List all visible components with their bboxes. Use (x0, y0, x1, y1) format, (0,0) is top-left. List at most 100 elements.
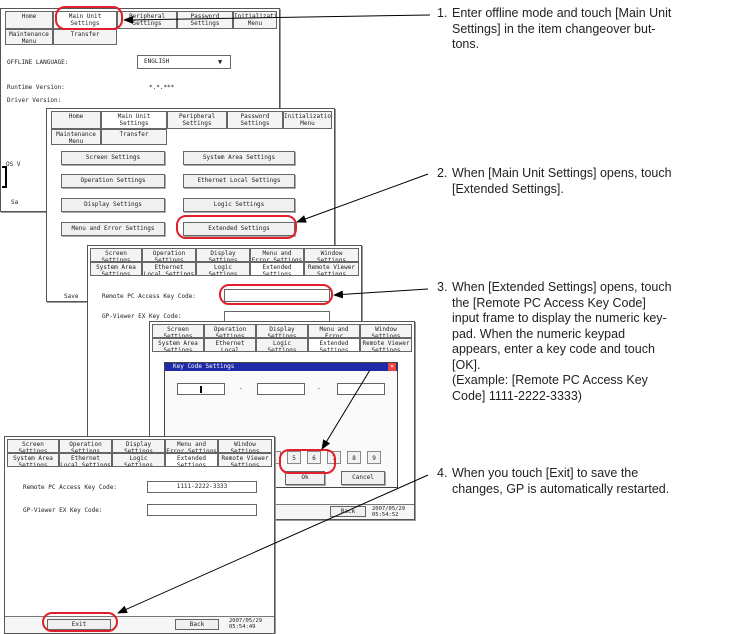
remote-pc-access-key-input[interactable] (224, 289, 330, 302)
tab-menu-error-settings[interactable]: Menu and Error Settings (250, 248, 304, 262)
menu-and-error-settings-button[interactable]: Menu and Error Settings (61, 222, 165, 236)
save-label-partial: Sa (11, 199, 19, 206)
close-icon[interactable]: × (388, 363, 396, 371)
key-7-button[interactable]: 7 (327, 451, 341, 464)
os-version-label-partial: OS V (6, 161, 21, 168)
step-number: 3. (437, 280, 448, 294)
key-code-field-3[interactable] (337, 383, 385, 395)
operation-settings-button[interactable]: Operation Settings (61, 174, 165, 188)
tab-screen-settings[interactable]: Screen Settings (7, 439, 59, 453)
tab-maintenance-menu[interactable]: Maintenance Menu (5, 29, 53, 45)
tab-remote-viewer-settings[interactable]: Remote Viewer Settings (304, 262, 359, 276)
save-label-left: Save (64, 293, 79, 300)
tab-menu-error-settings[interactable]: Menu and Error Settings (308, 324, 360, 338)
offline-language-select[interactable]: ENGLISH ▼ (137, 55, 231, 69)
datetime-display: 2007/05/29 05:54:52 (372, 506, 406, 518)
tab-peripheral-settings[interactable]: Peripheral Settings (167, 111, 227, 129)
ethernet-local-settings-button[interactable]: Ethernet Local Settings (183, 174, 295, 188)
key-6-button[interactable]: 6 (307, 451, 321, 464)
tab-operation-settings[interactable]: Operation Settings (204, 324, 256, 338)
tab-maintenance-menu[interactable]: Maintenance Menu (51, 129, 101, 145)
runtime-version-label: Runtime Version: (7, 84, 65, 91)
tab-system-area-settings[interactable]: System Area Settings (90, 262, 142, 276)
tab-operation-settings[interactable]: Operation Settings (59, 439, 112, 453)
tab-display-settings[interactable]: Display Settings (112, 439, 165, 453)
key-9-button[interactable]: 9 (367, 451, 381, 464)
screen-settings-button[interactable]: Screen Settings (61, 151, 165, 165)
step-number: 2. (437, 166, 448, 180)
tab-ethernet-local-settings[interactable]: Ethernet Local Settings (204, 338, 256, 352)
tab-initialization-menu[interactable]: Initialization Menu (283, 111, 332, 129)
tab-initialization-menu[interactable]: Initialization Menu (233, 11, 277, 29)
dialog-title-bar: Key Code Settings × (165, 363, 397, 371)
dropdown-arrow-icon: ▼ (218, 58, 223, 66)
status-bar: Exit Back 2007/05/29 05:54:49 (5, 616, 274, 633)
tab-ethernet-local-settings[interactable]: Ethernet Local Settings (142, 262, 196, 276)
remote-pc-access-key-label: Remote PC Access Key Code: (102, 293, 196, 300)
key-8-button[interactable]: 8 (347, 451, 361, 464)
tab-logic-settings[interactable]: Logic Settings (196, 262, 250, 276)
tab-extended-settings[interactable]: Extended Settings (165, 453, 218, 467)
step-number: 4. (437, 466, 448, 480)
text-cursor (200, 386, 202, 393)
tab-extended-settings[interactable]: Extended Settings (250, 262, 304, 276)
step-text: When you touch [Exit] to save the change… (452, 466, 670, 496)
driver-version-label: Driver Version: (7, 97, 62, 104)
gp-viewer-key-label: GP-Viewer EX Key Code: (23, 507, 103, 514)
display-settings-button[interactable]: Display Settings (61, 198, 165, 212)
gp-viewer-key-input[interactable] (147, 504, 257, 516)
tab-remote-viewer-settings[interactable]: Remote Viewer Settings (218, 453, 272, 467)
tab-home[interactable]: Home (51, 111, 101, 129)
tab-display-settings[interactable]: Display Settings (256, 324, 308, 338)
system-area-settings-button[interactable]: System Area Settings (183, 151, 295, 165)
offline-language-label: OFFLINE LANGUAGE: (7, 59, 69, 66)
tab-ethernet-local-settings[interactable]: Ethernet Local Settings (59, 453, 112, 467)
step-number: 1. (437, 6, 448, 20)
tab-logic-settings[interactable]: Logic Settings (256, 338, 308, 352)
gp-viewer-key-label: GP-Viewer EX Key Code: (102, 313, 182, 320)
tab-peripheral-settings[interactable]: Peripheral Settings (117, 11, 177, 29)
extended-settings-button[interactable]: Extended Settings (183, 222, 295, 236)
logic-settings-button[interactable]: Logic Settings (183, 198, 295, 212)
tab-system-area-settings[interactable]: System Area Settings (7, 453, 59, 467)
key-code-field-1[interactable] (177, 383, 225, 395)
tab-screen-settings[interactable]: Screen Settings (90, 248, 142, 262)
remote-pc-access-key-input[interactable]: 1111-2222-3333 (147, 481, 257, 493)
ok-button[interactable]: Ok (285, 471, 325, 485)
tab-system-area-settings[interactable]: System Area Settings (152, 338, 204, 352)
remote-pc-access-key-label: Remote PC Access Key Code: (23, 484, 117, 491)
step-text: When [Main Unit Settings] opens, touch [… (452, 166, 672, 196)
tab-operation-settings[interactable]: Operation Settings (142, 248, 196, 262)
tab-main-unit-settings[interactable]: Main Unit Settings (101, 111, 167, 129)
key-code-field-2[interactable] (257, 383, 305, 395)
tab-screen-settings[interactable]: Screen Settings (152, 324, 204, 338)
back-button[interactable]: Back (330, 506, 366, 517)
tab-main-unit-settings[interactable]: Main Unit Settings (53, 11, 117, 29)
exit-button[interactable]: Exit (47, 619, 111, 630)
tab-logic-settings[interactable]: Logic Settings (112, 453, 165, 467)
tab-window-settings[interactable]: Window Settings (360, 324, 412, 338)
step-text: Enter offline mode and touch [Main Unit … (452, 6, 672, 51)
screen-5-saved-settings: Screen Settings Operation Settings Displ… (4, 436, 275, 634)
key-code-separator: - (239, 385, 243, 392)
tab-remote-viewer-settings[interactable]: Remote Viewer Settings (360, 338, 412, 352)
cancel-button[interactable]: Cancel (341, 471, 385, 485)
tab-window-settings[interactable]: Window Settings (218, 439, 272, 453)
tab-menu-error-settings[interactable]: Menu and Error Settings (165, 439, 218, 453)
tab-transfer[interactable]: Transfer (101, 129, 167, 145)
tab-home[interactable]: Home (5, 11, 53, 29)
tab-password-settings[interactable]: Password Settings (177, 11, 233, 29)
tab-transfer[interactable]: Transfer (53, 29, 117, 45)
tab-display-settings[interactable]: Display Settings (196, 248, 250, 262)
runtime-version-value: *.*.*** (149, 84, 175, 91)
tab-window-settings[interactable]: Window Settings (304, 248, 359, 262)
step-text: When [Extended Settings] opens, touch th… (452, 280, 672, 403)
bracket-mark (2, 166, 7, 188)
back-button[interactable]: Back (175, 619, 219, 630)
datetime-display: 2007/05/29 05:54:49 (229, 618, 263, 630)
key-code-separator: - (317, 385, 321, 392)
key-5-button[interactable]: 5 (287, 451, 301, 464)
offline-language-value: ENGLISH (144, 58, 170, 65)
tab-password-settings[interactable]: Password Settings (227, 111, 283, 129)
tab-extended-settings[interactable]: Extended Settings (308, 338, 360, 352)
